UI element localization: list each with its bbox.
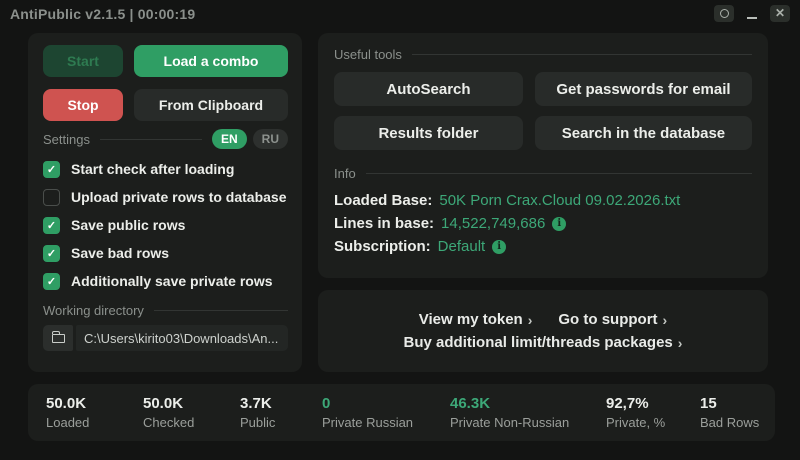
titlebar: AntiPublic v2.1.5 | 00:00:19 ✕ — [0, 0, 800, 28]
divider — [99, 138, 202, 140]
stat-private-percent: 92,7% Private, % — [606, 395, 700, 430]
stat-value: 15 — [700, 395, 717, 412]
stats-bar: 50.0K Loaded 50.0K Checked 3.7K Public 0… — [28, 384, 775, 441]
stat-label: Private, % — [606, 415, 666, 430]
lines-in-base-label: Lines in base: — [334, 215, 435, 232]
close-icon: ✕ — [774, 6, 786, 20]
settings-section-label: Settings — [43, 131, 90, 147]
stat-private-non-russian: 46.3K Private Non-Russian — [450, 395, 606, 430]
language-toggle: EN RU — [211, 129, 288, 149]
checkbox-start-check-after-loading[interactable]: Start check after loading — [43, 155, 288, 183]
window-controls: ✕ — [714, 4, 790, 22]
stat-label: Private Russian — [322, 415, 414, 430]
subscription-label: Subscription: — [334, 238, 431, 255]
checkbox-label: Start check after loading — [71, 161, 235, 177]
language-ru-toggle[interactable]: RU — [252, 129, 288, 149]
stop-button[interactable]: Stop — [43, 89, 123, 121]
checkbox-additionally-save-private-rows[interactable]: Additionally save private rows — [43, 267, 288, 295]
search-in-database-button[interactable]: Search in the database — [534, 116, 752, 150]
checkbox-label: Upload private rows to database — [71, 189, 287, 205]
loaded-base-label: Loaded Base: — [334, 192, 433, 209]
buy-packages-link[interactable]: Buy additional limit/threads packages › — [404, 334, 683, 351]
stat-private-russian: 0 Private Russian — [322, 395, 450, 430]
minimize-icon — [747, 17, 757, 19]
view-my-token-link[interactable]: View my token › — [419, 311, 533, 328]
from-clipboard-button[interactable]: From Clipboard — [134, 89, 288, 121]
view-my-token-label: View my token — [418, 311, 523, 328]
close-button[interactable]: ✕ — [770, 4, 790, 22]
stat-checked: 50.0K Checked — [143, 395, 240, 430]
stat-value: 50.0K — [143, 395, 184, 412]
tools-info-panel: Useful tools AutoSearch Get passwords fo… — [318, 33, 768, 278]
loaded-base-value: 50K Porn Crax.Cloud 09.02.2026.txt — [439, 192, 681, 209]
stat-value: 50.0K — [46, 395, 87, 412]
divider — [153, 310, 288, 311]
open-folder-button[interactable] — [43, 325, 73, 351]
control-panel: Start Load a combo Stop From Clipboard S… — [28, 33, 302, 372]
info-section-label: Info — [334, 166, 356, 181]
stat-public: 3.7K Public — [240, 395, 322, 430]
stat-label: Private Non-Russian — [450, 415, 570, 430]
folder-icon — [51, 330, 65, 343]
info-circle-icon[interactable]: i — [552, 216, 567, 231]
stat-value: 0 — [322, 395, 331, 412]
minimize-button[interactable] — [742, 5, 762, 22]
checkbox-save-bad-rows[interactable]: Save bad rows — [43, 239, 288, 267]
stat-value: 3.7K — [240, 395, 272, 412]
stat-bad-rows: 15 Bad Rows — [700, 395, 759, 430]
working-directory-section-label: Working directory — [43, 303, 144, 318]
working-directory-path[interactable]: C:\Users\kirito03\Downloads\An... — [76, 325, 288, 351]
lines-in-base-row: Lines in base: 14,522,749,686 i — [334, 212, 752, 235]
go-to-support-link[interactable]: Go to support › — [558, 311, 667, 328]
checkbox-icon[interactable] — [43, 272, 60, 290]
divider — [365, 173, 752, 174]
info-circle-icon[interactable]: i — [492, 239, 507, 254]
working-directory-field: C:\Users\kirito03\Downloads\An... — [43, 325, 288, 351]
go-to-support-label: Go to support — [558, 311, 658, 328]
checkbox-icon[interactable] — [43, 188, 60, 206]
checkbox-label: Save bad rows — [71, 245, 170, 261]
load-combo-button[interactable]: Load a combo — [134, 45, 288, 77]
results-folder-button[interactable]: Results folder — [334, 116, 523, 150]
stat-label: Public — [240, 415, 276, 430]
get-passwords-for-email-button[interactable]: Get passwords for email — [534, 72, 752, 106]
start-button[interactable]: Start — [43, 45, 123, 77]
checkbox-icon[interactable] — [43, 244, 60, 262]
checkbox-icon[interactable] — [43, 160, 60, 178]
autosearch-button[interactable]: AutoSearch — [334, 72, 523, 106]
app-title: AntiPublic v2.1.5 | 00:00:19 — [10, 6, 196, 22]
useful-tools-section-label: Useful tools — [334, 47, 402, 62]
divider — [411, 54, 752, 55]
subscription-value: Default — [437, 238, 486, 255]
stat-label: Bad Rows — [700, 415, 760, 430]
chevron-right-icon: › — [527, 311, 533, 328]
info-rows: Loaded Base: 50K Porn Crax.Cloud 09.02.2… — [334, 189, 752, 258]
loaded-base-row: Loaded Base: 50K Porn Crax.Cloud 09.02.2… — [334, 189, 752, 212]
lines-in-base-value: 14,522,749,686 — [441, 215, 546, 232]
checkbox-label: Save public rows — [71, 217, 186, 233]
stat-value: 46.3K — [450, 395, 491, 412]
subscription-row: Subscription: Default i — [334, 235, 752, 258]
checkbox-save-public-rows[interactable]: Save public rows — [43, 211, 288, 239]
stat-label: Checked — [143, 415, 195, 430]
stat-value: 92,7% — [606, 395, 649, 412]
checkbox-label: Additionally save private rows — [71, 273, 273, 289]
stat-loaded: 50.0K Loaded — [46, 395, 143, 430]
chevron-right-icon: › — [662, 311, 668, 328]
links-panel: View my token › Go to support › Buy addi… — [318, 290, 768, 372]
record-circle-icon[interactable] — [714, 4, 734, 22]
checkbox-icon[interactable] — [43, 216, 60, 234]
language-en-toggle[interactable]: EN — [211, 129, 247, 149]
buy-packages-label: Buy additional limit/threads packages — [403, 334, 673, 351]
settings-checkbox-list: Start check after loading Upload private… — [43, 155, 288, 295]
stat-label: Loaded — [46, 415, 90, 430]
chevron-right-icon: › — [677, 334, 683, 351]
circle-icon — [719, 8, 729, 18]
checkbox-upload-private-rows[interactable]: Upload private rows to database — [43, 183, 288, 211]
